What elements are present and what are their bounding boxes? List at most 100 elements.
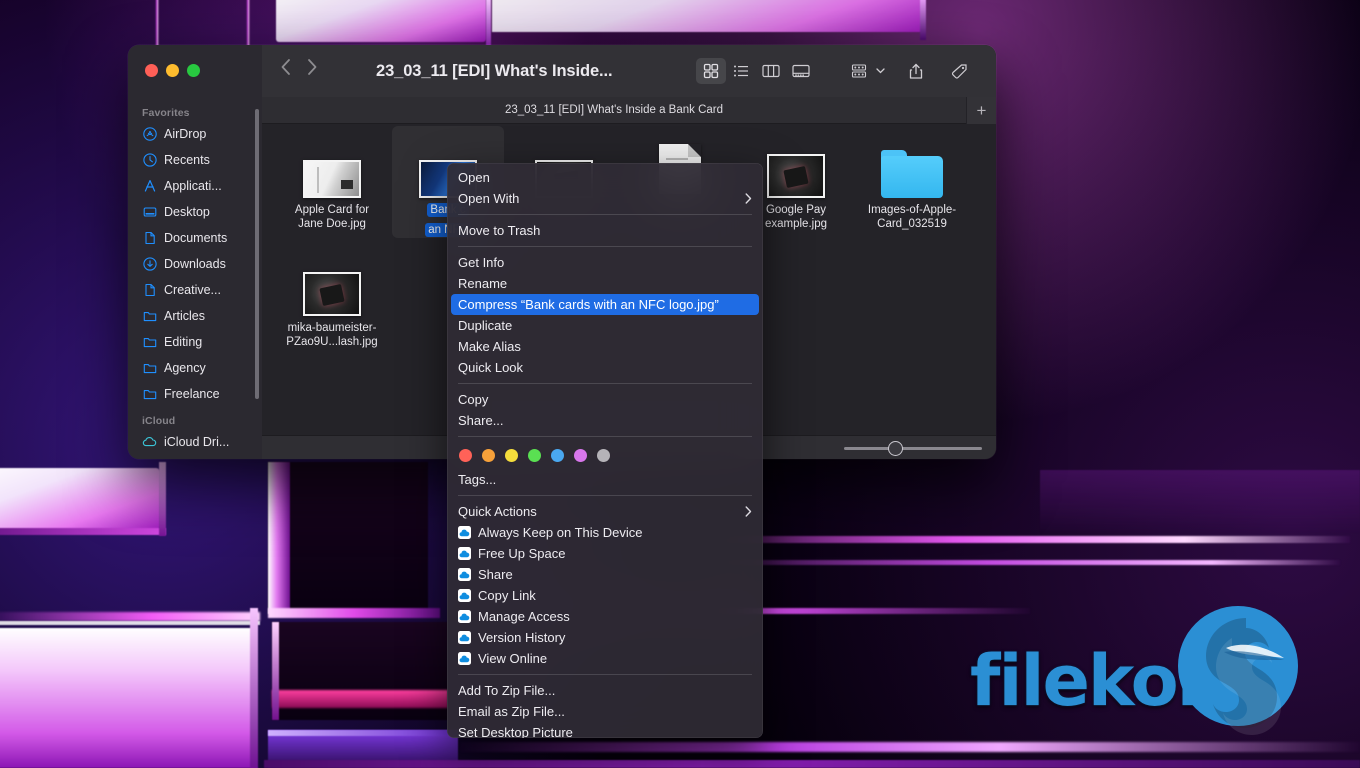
menu-item-label: Copy Link: [478, 588, 536, 603]
menu-separator: [458, 383, 752, 384]
gallery-view-icon[interactable]: [786, 58, 816, 84]
sidebar-item-label: iCloud Dri...: [164, 435, 230, 449]
file-thumbnail: [276, 248, 388, 316]
share-icon[interactable]: [901, 58, 931, 84]
menu-item-quick-look[interactable]: Quick Look: [447, 357, 763, 378]
sidebar-section-icloud: iCloud: [142, 415, 176, 427]
window-controls[interactable]: [145, 64, 200, 77]
menu-item-free-up-space[interactable]: Free Up Space: [447, 543, 763, 564]
menu-item-rename[interactable]: Rename: [447, 273, 763, 294]
tag-color-green[interactable]: [528, 449, 541, 462]
menu-item-move-to-trash[interactable]: Move to Trash: [447, 220, 763, 241]
sidebar-scrollbar[interactable]: [255, 109, 259, 399]
menu-item-set-desktop-picture[interactable]: Set Desktop Picture: [447, 722, 763, 738]
sidebar-item-airdrop[interactable]: AirDrop: [128, 121, 262, 147]
finder-sidebar[interactable]: Favorites AirDrop Recents Applicati... D…: [128, 97, 262, 459]
chevron-down-icon[interactable]: [874, 68, 887, 74]
forward-button[interactable]: [307, 58, 318, 76]
menu-item-label: Free Up Space: [478, 546, 566, 561]
file-item-images-of-apple-card[interactable]: Images-of-Apple- Card_032519: [856, 130, 968, 231]
menu-item-get-info[interactable]: Get Info: [447, 252, 763, 273]
document-icon: [142, 283, 157, 298]
menu-item-always-keep-on-this-device[interactable]: Always Keep on This Device: [447, 522, 763, 543]
context-menu[interactable]: Open Open With Move to Trash Get Info Re…: [447, 163, 763, 738]
back-button[interactable]: [280, 58, 291, 76]
menu-separator: [458, 436, 752, 437]
finder-tabbar[interactable]: 23_03_11 [EDI] What's Inside a Bank Card…: [262, 97, 996, 124]
sidebar-item-articles[interactable]: Articles: [128, 303, 262, 329]
tag-color-purple[interactable]: [574, 449, 587, 462]
menu-item-add-to-zip-file[interactable]: Add To Zip File...: [447, 680, 763, 701]
menu-item-email-as-zip-file[interactable]: Email as Zip File...: [447, 701, 763, 722]
sidebar-item-label: Articles: [164, 309, 205, 323]
sidebar-item-editing[interactable]: Editing: [128, 329, 262, 355]
wallpaper-panel: [268, 462, 428, 614]
minimize-button[interactable]: [166, 64, 179, 77]
wallpaper-accent: [486, 0, 491, 50]
tab-current[interactable]: 23_03_11 [EDI] What's Inside a Bank Card: [262, 97, 966, 124]
group-by-icon[interactable]: [844, 58, 874, 84]
folder-icon: [142, 387, 157, 402]
new-tab-button[interactable]: +: [966, 97, 996, 124]
menu-item-duplicate[interactable]: Duplicate: [447, 315, 763, 336]
tag-color-blue[interactable]: [551, 449, 564, 462]
more-actions-icon[interactable]: [989, 58, 996, 84]
sidebar-item-downloads[interactable]: Downloads: [128, 251, 262, 277]
grid-view-icon[interactable]: [696, 58, 726, 84]
icon-size-slider[interactable]: [844, 441, 982, 456]
finder-toolbar[interactable]: [696, 58, 996, 84]
file-thumbnail: [276, 130, 388, 198]
onedrive-cloud-icon: [458, 526, 471, 539]
menu-item-make-alias[interactable]: Make Alias: [447, 336, 763, 357]
sidebar-item-freelance[interactable]: Freelance: [128, 381, 262, 407]
menu-item-view-online[interactable]: View Online: [447, 648, 763, 669]
menu-item-version-history[interactable]: Version History: [447, 627, 763, 648]
wallpaper-accent: [159, 462, 166, 536]
sidebar-item-agency[interactable]: Agency: [128, 355, 262, 381]
menu-item-open[interactable]: Open: [447, 167, 763, 188]
tag-color-row[interactable]: [447, 442, 763, 469]
maximize-button[interactable]: [187, 64, 200, 77]
sidebar-item-icloud-drive[interactable]: iCloud Dri...: [128, 429, 262, 455]
slider-knob[interactable]: [888, 441, 903, 456]
menu-item-open-with[interactable]: Open With: [447, 188, 763, 209]
list-view-icon[interactable]: [726, 58, 756, 84]
menu-item-onedrive-share[interactable]: Share: [447, 564, 763, 585]
sidebar-item-recents[interactable]: Recents: [128, 147, 262, 173]
file-item-mika-baumeister[interactable]: mika-baumeister- PZao9U...lash.jpg: [276, 248, 388, 349]
desktop-icon: [142, 205, 157, 220]
sidebar-item-creative[interactable]: Creative...: [128, 277, 262, 303]
document-icon: [142, 231, 157, 246]
tag-color-gray[interactable]: [597, 449, 610, 462]
menu-item-label: View Online: [478, 651, 548, 666]
tag-color-red[interactable]: [459, 449, 472, 462]
menu-item-copy-link[interactable]: Copy Link: [447, 585, 763, 606]
navigation-arrows[interactable]: [280, 58, 318, 76]
tag-icon[interactable]: [945, 58, 975, 84]
menu-item-tags[interactable]: Tags...: [447, 469, 763, 490]
menu-item-quick-actions[interactable]: Quick Actions: [447, 501, 763, 522]
close-button[interactable]: [145, 64, 158, 77]
wallpaper-accent: [268, 462, 290, 614]
tag-color-yellow[interactable]: [505, 449, 518, 462]
menu-item-share[interactable]: Share...: [447, 410, 763, 431]
sidebar-item-label: Recents: [164, 153, 210, 167]
wallpaper-accent: [0, 612, 260, 621]
column-view-icon[interactable]: [756, 58, 786, 84]
sidebar-item-applications[interactable]: Applicati...: [128, 173, 262, 199]
folder-icon: [142, 309, 157, 324]
tag-color-orange[interactable]: [482, 449, 495, 462]
sidebar-item-documents[interactable]: Documents: [128, 225, 262, 251]
onedrive-cloud-icon: [458, 631, 471, 644]
sidebar-item-label: Agency: [164, 361, 206, 375]
finder-titlebar[interactable]: 23_03_11 [EDI] What's Inside...: [128, 45, 996, 97]
onedrive-cloud-icon: [458, 568, 471, 581]
sidebar-item-desktop[interactable]: Desktop: [128, 199, 262, 225]
file-item-apple-card[interactable]: Apple Card for Jane Doe.jpg: [276, 130, 388, 231]
sidebar-item-label: Editing: [164, 335, 203, 349]
filekoka-watermark: filekoka: [968, 604, 1308, 736]
wallpaper-panel: [492, 0, 922, 32]
menu-item-compress[interactable]: Compress “Bank cards with an NFC logo.jp…: [451, 294, 759, 315]
menu-item-copy[interactable]: Copy: [447, 389, 763, 410]
menu-item-manage-access[interactable]: Manage Access: [447, 606, 763, 627]
